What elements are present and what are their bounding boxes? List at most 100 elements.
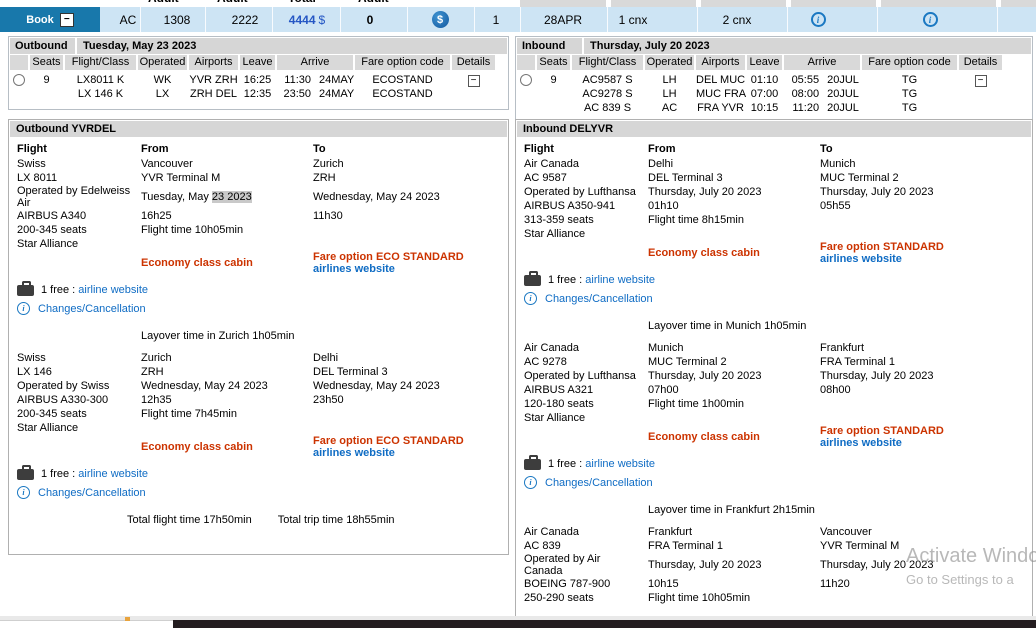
- detail-row: 313-359 seatsFlight time 8h15min: [524, 213, 1024, 227]
- fare-option: Fare option ECO STANDARDairlines website: [313, 435, 500, 459]
- detail-row: Star Alliance: [524, 411, 1024, 425]
- detail-column-header: To: [820, 143, 1024, 155]
- layover-info: Layover time in Frankfurt 2h15min: [648, 504, 1024, 516]
- detail-row: AIRBUS A32107h0008h00: [524, 383, 1024, 397]
- inbound-strip: Inbound Thursday, July 20 2023: [517, 38, 1031, 54]
- cabin-class-label: Economy class cabin: [648, 431, 760, 443]
- alliance: Star Alliance: [17, 421, 141, 435]
- airports: ZRH DEL: [189, 87, 238, 101]
- changes-cancellation-link[interactable]: Changes/Cancellation: [38, 487, 146, 499]
- info-icon[interactable]: i: [17, 302, 30, 315]
- column-header: Leave: [240, 55, 275, 70]
- operated-carrier: LH: [645, 87, 694, 101]
- flight-segment-row: 9LX8011 KWKYVR ZRH16:2511:3024MAYECOSTAN…: [10, 73, 507, 87]
- col-header-adult: Adult: [148, 0, 179, 5]
- book-button[interactable]: Book −: [0, 7, 100, 32]
- arrive-time: 11:30: [277, 73, 311, 87]
- alliance: Star Alliance: [524, 227, 648, 241]
- empty: [141, 421, 313, 435]
- detail-row: AC 839FRA Terminal 1YVR Terminal M: [524, 539, 1024, 553]
- detail-row: Operated by Air Canada Thursday, July 20 …: [524, 553, 1024, 577]
- fare-airlines-website-link[interactable]: airlines website: [820, 253, 1024, 265]
- info-icon[interactable]: i: [524, 476, 537, 489]
- baggage-website-link[interactable]: airline website: [585, 274, 655, 286]
- detail-column-header: From: [648, 143, 820, 155]
- changes-cancellation-link[interactable]: Changes/Cancellation: [38, 303, 146, 315]
- details-toggle[interactable]: −: [468, 75, 480, 87]
- column-header: Seats: [537, 55, 570, 70]
- trip-totals: Total flight time 17h50minTotal trip tim…: [127, 514, 500, 526]
- baggage-website-link[interactable]: airline website: [78, 468, 148, 480]
- taskbar-edge: [173, 620, 1036, 628]
- to-date: Thursday, July 20 2023: [820, 369, 1024, 383]
- changes-cancellation-link[interactable]: Changes/Cancellation: [545, 477, 653, 489]
- outbound-details-title: Outbound YVRDEL: [10, 121, 507, 137]
- detail-row: LX 146ZRHDEL Terminal 3: [17, 365, 500, 379]
- from-terminal: ZRH: [141, 365, 313, 379]
- detail-row: Operated by LufthansaThursday, July 20 2…: [524, 185, 1024, 199]
- info-icon[interactable]: i: [524, 292, 537, 305]
- arrive: 11:2020JUL: [784, 101, 860, 115]
- info-icon[interactable]: i: [811, 12, 826, 27]
- flight-detail-segment: SwissZurichDelhiLX 146ZRHDEL Terminal 3O…: [17, 351, 500, 459]
- inbound-connections: 2 cnx: [714, 7, 760, 32]
- baggage-website-link[interactable]: airline website: [585, 458, 655, 470]
- outbound-details-body: FlightFromToSwissVancouverZurichLX 8011Y…: [9, 138, 508, 526]
- fare-airlines-website-link[interactable]: airlines website: [313, 263, 500, 275]
- changes-cancellation-link[interactable]: Changes/Cancellation: [545, 293, 653, 305]
- segment-date: Thursday, July 20 2023: [820, 559, 934, 571]
- outbound-date: Tuesday, May 23 2023: [77, 38, 507, 54]
- booking-screen: Adult Adult Total Adult Book − AC 1308 2…: [0, 0, 1036, 628]
- passenger-count: 1: [488, 7, 504, 32]
- from-city: Munich: [648, 341, 820, 355]
- collapse-icon[interactable]: −: [60, 13, 74, 27]
- arrival-time: 11h30: [313, 209, 500, 223]
- fare-option-code: TG: [862, 101, 957, 115]
- detail-column-headers: FlightFromTo: [17, 143, 500, 155]
- fare-airlines-website-link[interactable]: airlines website: [313, 447, 500, 459]
- baggage-allowance: 1 free : airline website: [41, 468, 148, 480]
- col-header-total: Total: [288, 0, 316, 5]
- cabin-fare-row: Economy class cabin Fare option STANDARDa…: [524, 425, 1024, 449]
- detail-column-header: Flight: [17, 143, 141, 155]
- from-city: Vancouver: [141, 157, 313, 171]
- operated-by: Operated by Air Canada: [524, 553, 648, 577]
- aircraft-type: BOEING 787-900: [524, 577, 648, 591]
- cabin-fare-row: Economy class cabinFare option ECO STAND…: [17, 251, 500, 275]
- flight-time: Flight time 10h05min: [648, 591, 820, 605]
- from-city: Delhi: [648, 157, 820, 171]
- aircraft-type: AIRBUS A340: [17, 209, 141, 223]
- empty: [820, 213, 1024, 227]
- dollar-icon[interactable]: $: [432, 11, 449, 28]
- seat-radio[interactable]: [520, 74, 532, 86]
- details-toggle[interactable]: −: [975, 75, 987, 87]
- empty: [313, 237, 500, 251]
- changes-row: i Changes/Cancellation: [17, 302, 500, 315]
- baggage-website-link[interactable]: airline website: [78, 284, 148, 296]
- empty: [820, 397, 1024, 411]
- arrive-date: 20JUL: [827, 73, 859, 87]
- arrive: 23:5024MAY: [277, 87, 353, 101]
- flight-time: Flight time 8h15min: [648, 213, 820, 227]
- cell: [452, 87, 495, 101]
- column-header: Fare option code: [862, 55, 957, 70]
- baggage-allowance: 1 free : airline website: [41, 284, 148, 296]
- segment-date: Thursday, July 20 2023: [648, 186, 762, 198]
- aircraft-type: AIRBUS A330-300: [17, 393, 141, 407]
- empty: [313, 223, 500, 237]
- column-header: Airports: [696, 55, 745, 70]
- fare-airlines-website-link[interactable]: airlines website: [820, 437, 1024, 449]
- segment-date: Wednesday, May 24 2023: [313, 380, 440, 392]
- col-header-adult: Adult: [217, 0, 248, 5]
- empty: [820, 411, 1024, 425]
- from-terminal: FRA Terminal 1: [648, 539, 820, 553]
- info-icon[interactable]: i: [923, 12, 938, 27]
- flight-segment-row: LX 146 KLXZRH DEL12:3523:5024MAYECOSTAND: [10, 87, 507, 101]
- inbound-date: Thursday, July 20 2023: [584, 38, 1031, 54]
- info-icon[interactable]: i: [17, 486, 30, 499]
- from-date: Thursday, July 20 2023: [648, 369, 820, 383]
- to-date: Thursday, July 20 2023: [820, 185, 1024, 199]
- seat-radio[interactable]: [13, 74, 25, 86]
- fare-option: Fare option STANDARDairlines website: [820, 425, 1024, 449]
- operated-carrier: WK: [138, 73, 187, 87]
